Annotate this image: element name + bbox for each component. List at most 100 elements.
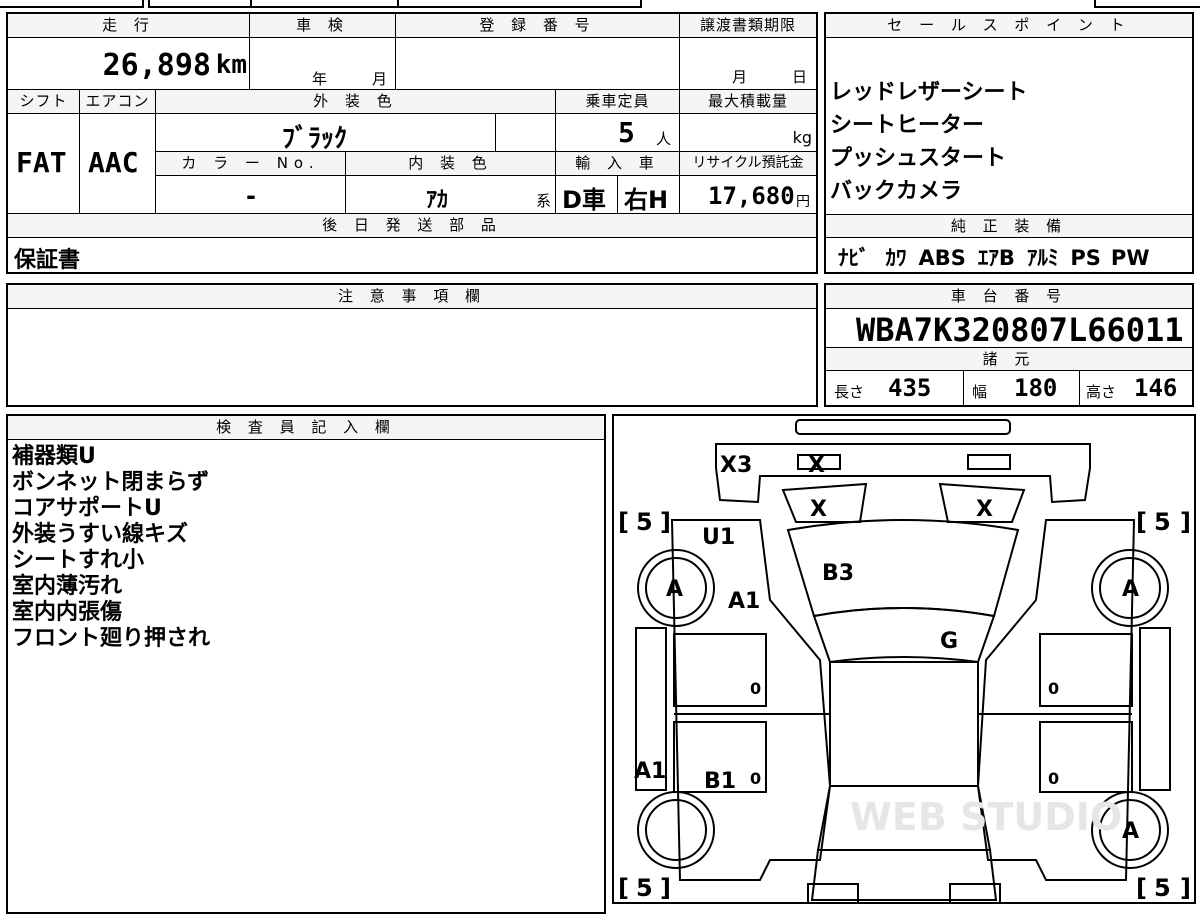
windshield: [812, 607, 996, 664]
inspector-note: ボンネット閉まらず: [12, 470, 210, 495]
equipment-item: ｴｱB: [977, 246, 1015, 270]
transfer-day: 日: [792, 68, 808, 86]
damage-left-rear-door: B1: [704, 769, 736, 794]
caution-panel: 注 意 事 項 欄: [6, 283, 818, 407]
interior-color-suffix: 系: [536, 192, 552, 210]
recycle-cell: 17,680 円: [680, 176, 816, 214]
inspector-note: 室内内張傷: [12, 600, 123, 625]
tire-bracket-close: ]: [1180, 508, 1191, 536]
exterior-color-extra-cell: [496, 114, 556, 152]
damage-front-bumper: X3: [720, 453, 752, 478]
sales-point-item: プッシュスタート: [830, 146, 1007, 171]
equipment-item: PS: [1070, 246, 1101, 270]
shaken-header: 車 検: [250, 14, 396, 38]
inspector-note: 外装うすい線キズ: [12, 522, 189, 547]
inspector-panel: 検 査 員 記 入 欄 補器類U ボンネット閉まらず コアサポートU 外装うすい…: [6, 414, 606, 914]
max-load-cell: kg: [680, 114, 816, 152]
wheel-rear-left-outer: [637, 791, 715, 869]
sales-point-item: レッドレザーシート: [830, 80, 1028, 105]
tire-bracket-close: ]: [660, 874, 671, 902]
zero-mark: 0: [1048, 679, 1059, 698]
steering-value: 右H: [624, 186, 669, 214]
damage-hood: B3: [822, 561, 854, 586]
ac-cell: AAC: [80, 114, 156, 214]
damage-right-headlight: X: [976, 497, 993, 522]
import-cell: D車: [556, 176, 618, 214]
damage-diagram-panel: [ 5 ] [ 5 ] [ 5 ] [ 5 ] X3 X X X U1 A1 B…: [612, 414, 1196, 904]
damage-front-grille: X: [808, 453, 825, 478]
wheel-rear-left-inner: [645, 799, 707, 861]
color-no-cell: -: [156, 176, 346, 214]
mileage-cell: 26,898 km: [8, 38, 250, 90]
shaken-month: 月: [372, 70, 388, 88]
color-no-value: -: [246, 182, 256, 210]
shaken-cell: 年 月: [250, 38, 396, 90]
damage-left-rear-side: A1: [634, 759, 666, 784]
length-value: 435: [888, 374, 932, 402]
vehicle-info-table: 走 行 車 検 登 録 番 号 譲渡書類期限 26,898 km 年 月 月 日…: [6, 12, 818, 274]
equipment-item: ABS: [918, 246, 966, 270]
shift-value: FAT: [16, 146, 67, 179]
shift-cell: FAT: [8, 114, 80, 214]
width-value: 180: [1014, 374, 1058, 402]
front-spoiler: [795, 419, 1011, 435]
tire-depth-fl: 5: [636, 508, 653, 536]
width-cell: 幅 180: [964, 371, 1080, 405]
damage-left-headlight: X: [810, 497, 827, 522]
max-load-unit: kg: [792, 128, 812, 147]
capacity-value: 5: [618, 116, 635, 149]
recycle-unit: 円: [796, 194, 810, 210]
sales-points-header: セ ー ル ス ポ イ ン ト: [826, 14, 1192, 38]
mileage-unit: km: [215, 50, 247, 80]
inspector-note: 補器類U: [12, 444, 96, 469]
damage-windshield: G: [940, 629, 958, 654]
damage-left-front-side: A1: [728, 589, 760, 614]
inspector-note: シートすれ小: [12, 548, 145, 573]
inspector-header: 検 査 員 記 入 欄: [8, 416, 604, 440]
import-header: 輸 入 車: [556, 152, 680, 176]
chassis-panel: 車 台 番 号 WBA7K320807L66011 諸 元 長さ 435 幅 1…: [824, 283, 1194, 407]
tire-bracket-open: [: [618, 508, 629, 536]
inspector-note: 室内薄汚れ: [12, 574, 123, 599]
transfer-deadline-header: 譲渡書類期限: [680, 14, 816, 38]
recycle-header: リサイクル預託金: [680, 152, 816, 176]
transfer-cell: 月 日: [680, 38, 816, 90]
max-load-header: 最大積載量: [680, 90, 816, 114]
exterior-color-value: ﾌﾞﾗｯｸ: [282, 124, 348, 154]
car-damage-diagram: [ 5 ] [ 5 ] [ 5 ] [ 5 ] X3 X X X U1 A1 B…: [618, 419, 1191, 902]
tire-bracket-close: ]: [1180, 874, 1191, 902]
capacity-header: 乗車定員: [556, 90, 680, 114]
length-cell: 長さ 435: [826, 371, 964, 405]
sales-point-item: バックカメラ: [830, 179, 963, 204]
interior-color-cell: ｱｶ 系: [346, 176, 556, 214]
sales-point-item: シートヒーター: [830, 113, 985, 138]
top-strip: [0, 0, 1200, 8]
steering-cell: 右H: [618, 176, 680, 214]
roof: [829, 661, 979, 787]
damage-wheel-fr: A: [1122, 577, 1139, 602]
equipment-item: ﾅﾋﾞ: [838, 246, 870, 270]
damage-wheel-rr: A: [1122, 819, 1139, 844]
shift-header: シフト: [8, 90, 80, 114]
tire-depth-rl: 5: [636, 874, 653, 902]
registration-cell: [396, 38, 680, 90]
front-bumper-outline: [715, 443, 1091, 504]
genuine-equipment-list: ﾅﾋﾞ ｶﾜ ABS ｴｱB ｱﾙﾐ PS PW: [838, 242, 1149, 272]
caution-header: 注 意 事 項 欄: [8, 285, 816, 309]
chassis-number: WBA7K320807L66011: [856, 311, 1184, 349]
exterior-color-cell: ﾌﾞﾗｯｸ: [156, 114, 496, 154]
tire-bracket-open: [: [1136, 508, 1147, 536]
color-no-header: カ ラ ー No.: [156, 152, 346, 176]
zero-mark: 0: [750, 679, 761, 698]
capacity-cell: 5 人: [556, 114, 680, 152]
damage-front-left-fender: U1: [702, 525, 735, 550]
mileage-value: 26,898: [102, 48, 211, 83]
inspector-note: コアサポートU: [12, 496, 162, 521]
later-parts-value: 保証書: [14, 248, 81, 273]
capacity-unit: 人: [656, 130, 672, 148]
registration-header: 登 録 番 号: [396, 14, 680, 38]
dimensions-header: 諸 元: [826, 347, 1192, 371]
ac-header: エアコン: [80, 90, 156, 114]
width-label: 幅: [972, 383, 988, 401]
zero-mark: 0: [750, 769, 761, 788]
